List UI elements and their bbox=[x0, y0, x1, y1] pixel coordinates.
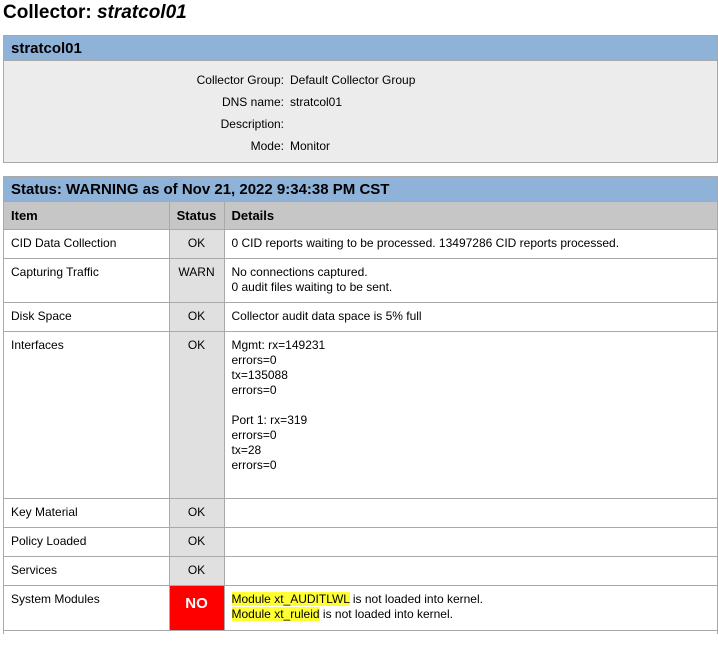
status-row: Key Material OK bbox=[4, 498, 717, 528]
column-header-status: Status bbox=[169, 202, 225, 230]
detail-text: is not loaded into kernel. bbox=[349, 592, 483, 606]
status-table-header-row: Item Status Details bbox=[4, 202, 717, 230]
info-row-description: Description: bbox=[4, 113, 717, 135]
status-item: Capturing Traffic bbox=[4, 258, 170, 303]
status-row: CID Data Collection OK 0 CID reports waiti… bbox=[4, 229, 717, 259]
detail-line: Collector audit data space is 5% full bbox=[231, 309, 422, 323]
detail-line: tx=135088 bbox=[231, 368, 288, 382]
status-item: Disk Space bbox=[4, 302, 170, 332]
column-header-item: Item bbox=[4, 202, 170, 230]
status-details: 0 CID reports waiting to be processed. 1… bbox=[224, 229, 717, 259]
detail-line: 0 CID reports waiting to be processed. 1… bbox=[231, 236, 620, 250]
status-value: OK bbox=[169, 527, 225, 557]
status-details bbox=[224, 527, 717, 557]
info-row-dns-name: DNS name: stratcol01 bbox=[4, 91, 717, 113]
status-value: OK bbox=[169, 331, 225, 499]
status-item: Services bbox=[4, 556, 170, 586]
info-row-mode: Mode: Monitor bbox=[4, 135, 717, 157]
detail-spacer bbox=[232, 398, 711, 413]
detail-line: Mgmt: rx=149231 bbox=[231, 338, 326, 352]
collector-info-body: Collector Group: Default Collector Group… bbox=[4, 61, 717, 162]
status-details bbox=[224, 498, 717, 528]
info-row-collector-group: Collector Group: Default Collector Group bbox=[4, 69, 717, 91]
info-label: DNS name: bbox=[221, 95, 284, 109]
page-title-prefix: Collector: bbox=[3, 2, 97, 23]
detail-line: errors=0 bbox=[231, 458, 277, 472]
status-value: WARN bbox=[169, 258, 225, 303]
detail-line: errors=0 bbox=[231, 428, 277, 442]
highlighted-module-name: Module xt_ruleid bbox=[231, 607, 320, 621]
status-row: Policy Loaded OK bbox=[4, 527, 717, 557]
info-label: Collector Group: bbox=[196, 73, 284, 87]
status-details: Module xt_AUDITLWL is not loaded into ke… bbox=[224, 585, 717, 631]
info-label: Mode: bbox=[250, 139, 284, 153]
column-header-details: Details bbox=[224, 202, 717, 230]
status-item: Interfaces bbox=[4, 331, 170, 499]
status-details: No connections captured. 0 audit files wa… bbox=[224, 258, 717, 303]
status-row: Interfaces OK Mgmt: rx=149231 errors=0 tx=13… bbox=[4, 331, 717, 499]
status-table: Item Status Details CID Data Collection O… bbox=[4, 202, 717, 631]
status-header: Status: WARNING as of Nov 21, 2022 9:34:… bbox=[4, 177, 717, 202]
status-row: Capturing Traffic WARN No connections capt… bbox=[4, 258, 717, 303]
status-item: Key Material bbox=[4, 498, 170, 528]
detail-text: is not loaded into kernel. bbox=[319, 607, 453, 621]
info-value bbox=[290, 113, 717, 135]
status-details: Mgmt: rx=149231 errors=0 tx=135088 errors=0… bbox=[224, 331, 717, 499]
collector-name: stratcol01 bbox=[96, 2, 187, 23]
detail-line: Port 1: rx=319 bbox=[231, 413, 308, 427]
status-value: NO bbox=[169, 585, 225, 631]
info-label: Description: bbox=[220, 117, 284, 131]
status-table-body: CID Data Collection OK 0 CID reports waiti… bbox=[4, 229, 717, 631]
detail-line: 0 audit files waiting to be sent. bbox=[231, 280, 393, 294]
collector-info-header: stratcol01 bbox=[4, 36, 717, 61]
page-title: Collector: stratcol01 bbox=[3, 2, 187, 24]
status-details bbox=[224, 556, 717, 586]
info-value: Default Collector Group bbox=[290, 73, 416, 87]
info-value: Monitor bbox=[290, 139, 331, 153]
status-value: OK bbox=[169, 498, 225, 528]
collector-info-panel: stratcol01 Collector Group: Default Coll… bbox=[3, 35, 718, 163]
info-value: stratcol01 bbox=[290, 95, 343, 109]
detail-line: No connections captured. bbox=[231, 265, 368, 279]
status-row: System Modules NO Module xt_AUDITLWL is no… bbox=[4, 585, 717, 631]
detail-line: Module xt_AUDITLWL is not loaded into ke… bbox=[231, 592, 711, 607]
detail-line: Module xt_ruleid is not loaded into kern… bbox=[231, 607, 711, 622]
status-item: System Modules bbox=[4, 585, 170, 631]
status-item: Policy Loaded bbox=[4, 527, 170, 557]
status-row: Services OK bbox=[4, 556, 717, 586]
detail-line: errors=0 bbox=[231, 383, 277, 397]
status-value: OK bbox=[169, 302, 225, 332]
status-row: Disk Space OK Collector audit data space i… bbox=[4, 302, 717, 332]
status-panel: Status: WARNING as of Nov 21, 2022 9:34:… bbox=[3, 176, 718, 634]
detail-line: tx=28 bbox=[231, 443, 262, 457]
status-details: Collector audit data space is 5% full bbox=[224, 302, 717, 332]
status-value: OK bbox=[169, 229, 225, 259]
status-value: OK bbox=[169, 556, 225, 586]
highlighted-module-name: Module xt_AUDITLWL bbox=[231, 592, 350, 606]
status-item: CID Data Collection bbox=[4, 229, 170, 259]
detail-line: errors=0 bbox=[231, 353, 277, 367]
